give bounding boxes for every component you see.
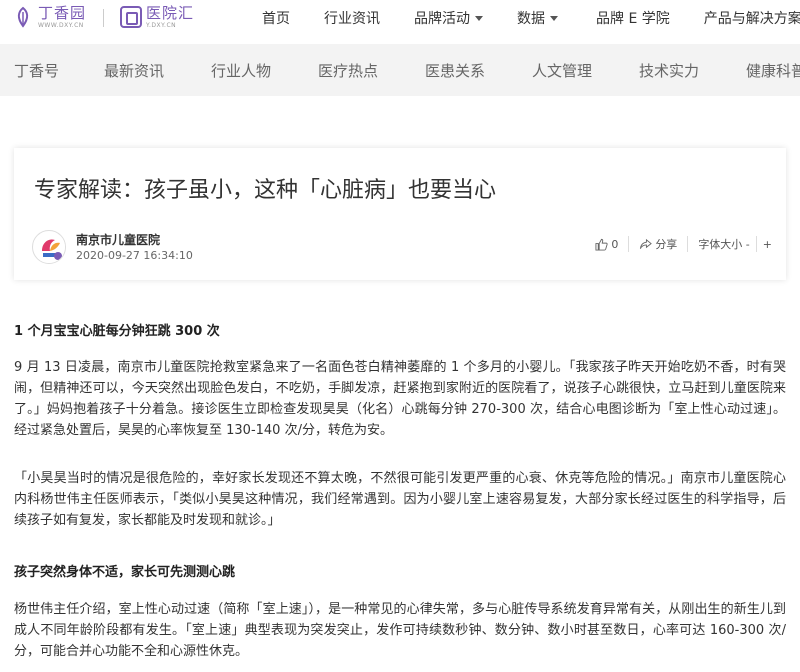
nav-brand-academy[interactable]: 品牌 E 学院 [596,8,670,28]
section-heading: 1 个月宝宝心脏每分钟狂跳 300 次 [14,324,220,339]
category-latest-news[interactable]: 最新资讯 [104,60,164,81]
actions-divider [687,236,689,252]
font-size-increase-button[interactable]: + [763,238,772,251]
like-button[interactable]: 0 [595,238,618,251]
author-avatar[interactable] [32,230,66,264]
article-actions: 0 分享 字体大小 - + [595,236,772,252]
article-title: 专家解读：孩子虽小，这种「心脏病」也要当心 [34,178,497,203]
logo-divider [103,9,104,27]
publish-date: 2020-09-27 16:34:10 [76,249,193,262]
author-name[interactable]: 南京市儿童医院 [76,231,160,248]
share-label: 分享 [655,238,678,251]
hospital-hub-logo-text: 医院汇 [146,3,195,22]
nav-brand-events[interactable]: 品牌活动 [414,8,483,28]
top-nav: 首页 行业资讯 品牌活动 数据 品牌 E 学院 产品与解决方案 [262,0,800,36]
paragraph: 「小昊昊当时的情况是很危险的，幸好家长发现还不算太晚，不然很可能引发更严重的心衰… [14,471,786,528]
dxy-logo-url: WWW.DXY.CN [38,21,84,29]
dxy-logo[interactable]: 丁香园 WWW.DXY.CN [12,4,86,30]
paragraph: 杨世伟主任介绍，室上性心动过速（简称「室上速」），是一种常见的心律失常，多与心脏… [14,602,786,659]
nav-data[interactable]: 数据 [517,8,558,28]
top-header: 丁香园 WWW.DXY.CN 医院汇 Y.DXY.CN 首页 行业资讯 品牌活动… [0,0,800,36]
category-health-science[interactable]: 健康科普 [746,60,800,81]
hospital-hub-logo-url: Y.DXY.CN [146,21,177,29]
category-dxy-hao[interactable]: 丁香号 [14,60,59,81]
hospital-hub-logo[interactable]: 医院汇 Y.DXY.CN [120,4,194,30]
nav-products-solutions[interactable]: 产品与解决方案 [704,8,800,28]
share-button[interactable]: 分享 [639,236,677,252]
chevron-down-icon [475,15,483,21]
category-medical-hotspots[interactable]: 医疗热点 [318,60,378,81]
actions-divider [628,236,630,252]
dxy-leaf-icon [12,6,34,28]
dxy-logo-text: 丁香园 [38,3,87,22]
category-industry-people[interactable]: 行业人物 [211,60,271,81]
nav-home[interactable]: 首页 [262,8,290,28]
category-technical-strength[interactable]: 技术实力 [639,60,699,81]
share-icon [640,238,653,249]
chevron-down-icon [550,15,558,21]
section-heading: 孩子突然身体不适，家长可先测测心跳 [14,565,236,580]
actions-divider [755,236,757,252]
font-size-decrease-button[interactable]: 字体大小 - [698,236,749,252]
category-humanities-management[interactable]: 人文管理 [532,60,592,81]
thumbs-up-icon [595,238,608,251]
article-header-card: 专家解读：孩子虽小，这种「心脏病」也要当心 南京市儿童医院 2020-09-27… [14,148,786,280]
paragraph: 9 月 13 日凌晨，南京市儿童医院抢救室紧急来了一名面色苍白精神萎靡的 1 个… [14,360,786,438]
hospital-hub-icon [120,6,142,28]
category-nav: 丁香号 最新资讯 行业人物 医疗热点 医患关系 人文管理 技术实力 健康科普 [0,44,800,96]
nav-industry-news[interactable]: 行业资讯 [324,8,380,28]
category-doctor-patient[interactable]: 医患关系 [425,60,485,81]
like-count: 0 [611,237,619,251]
